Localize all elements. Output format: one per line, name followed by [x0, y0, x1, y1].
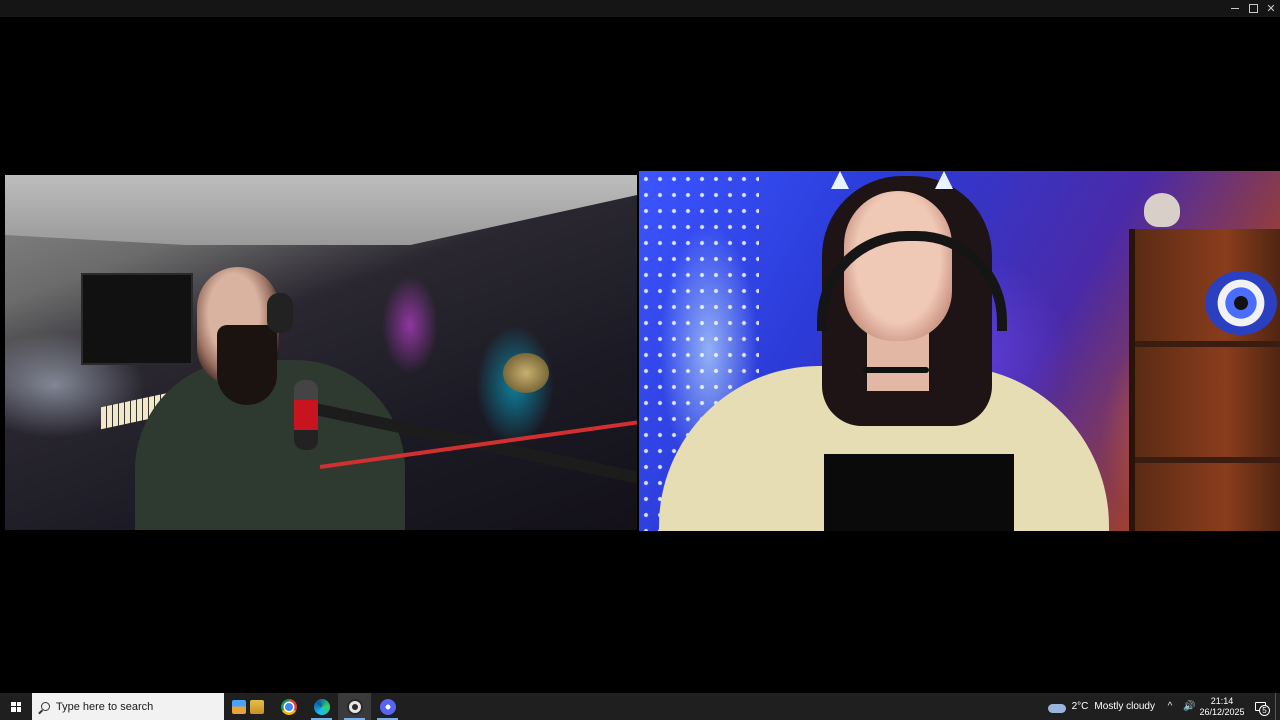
cat-ear-left — [831, 171, 849, 189]
participant-beard — [217, 325, 277, 405]
background-monitor — [81, 273, 193, 365]
taskbar-search-box[interactable]: Type here to search — [32, 693, 224, 720]
close-button[interactable]: ✕ — [1262, 0, 1280, 17]
close-icon: ✕ — [1266, 3, 1276, 15]
cloud-sun-icon — [1047, 700, 1066, 713]
participant-top — [824, 454, 1014, 531]
weather-widget[interactable]: 2°C Mostly cloudy — [1047, 700, 1165, 713]
show-desktop-button[interactable] — [1275, 693, 1280, 720]
windows-logo-icon — [11, 701, 21, 712]
search-icon-wrap — [32, 693, 56, 720]
start-button[interactable] — [0, 693, 32, 720]
taskbar-chrome[interactable] — [272, 693, 305, 720]
maximize-icon — [1248, 4, 1258, 13]
choker-necklace — [863, 367, 929, 373]
show-hidden-icons-chevron-icon[interactable]: ^ — [1165, 701, 1175, 712]
taskbar-discord[interactable] — [371, 693, 404, 720]
microphone — [294, 380, 318, 450]
taskbar-edge[interactable] — [305, 693, 338, 720]
edge-icon — [313, 698, 330, 715]
news-and-interests-button[interactable] — [224, 693, 272, 720]
volume-icon[interactable]: 🔊 — [1183, 701, 1195, 712]
taskbar-obs[interactable] — [338, 693, 371, 720]
cat-ear-right — [935, 171, 953, 189]
room-ceiling — [5, 175, 637, 245]
discord-icon — [379, 698, 396, 715]
evil-eye-decoration — [1205, 271, 1277, 335]
clock-date: 26/12/2025 — [1199, 706, 1245, 717]
chrome-icon — [280, 698, 297, 715]
title-bar[interactable]: ✕ — [0, 0, 1280, 17]
skull-decoration — [1144, 193, 1180, 227]
notification-count-badge: 5 — [1259, 705, 1270, 716]
system-tray: ^ 🔊 — [1165, 701, 1199, 712]
clock[interactable]: 21:14 26/12/2025 — [1199, 696, 1245, 718]
video-call-window: ✕ — [0, 0, 1280, 693]
notification-center-button[interactable]: 5 — [1245, 693, 1275, 720]
weather-condition: Mostly cloudy — [1094, 701, 1155, 712]
video-tile-right-participant[interactable] — [639, 171, 1280, 531]
weather-temperature: 2°C — [1071, 701, 1089, 712]
shopping-bag-icon — [232, 699, 246, 714]
gift-bag-icon — [250, 699, 264, 714]
search-icon — [40, 702, 50, 711]
obs-icon — [346, 698, 363, 715]
minimize-button[interactable] — [1226, 0, 1244, 17]
minimize-icon — [1231, 8, 1239, 9]
maximize-button[interactable] — [1244, 0, 1262, 17]
clock-time: 21:14 — [1210, 695, 1234, 706]
guitar — [503, 353, 549, 393]
headphone — [267, 293, 293, 333]
search-placeholder: Type here to search — [56, 700, 154, 713]
video-tile-left-participant[interactable] — [5, 175, 637, 530]
taskbar: Type here to search 2°C Mostly cloudy ^ … — [0, 693, 1280, 720]
